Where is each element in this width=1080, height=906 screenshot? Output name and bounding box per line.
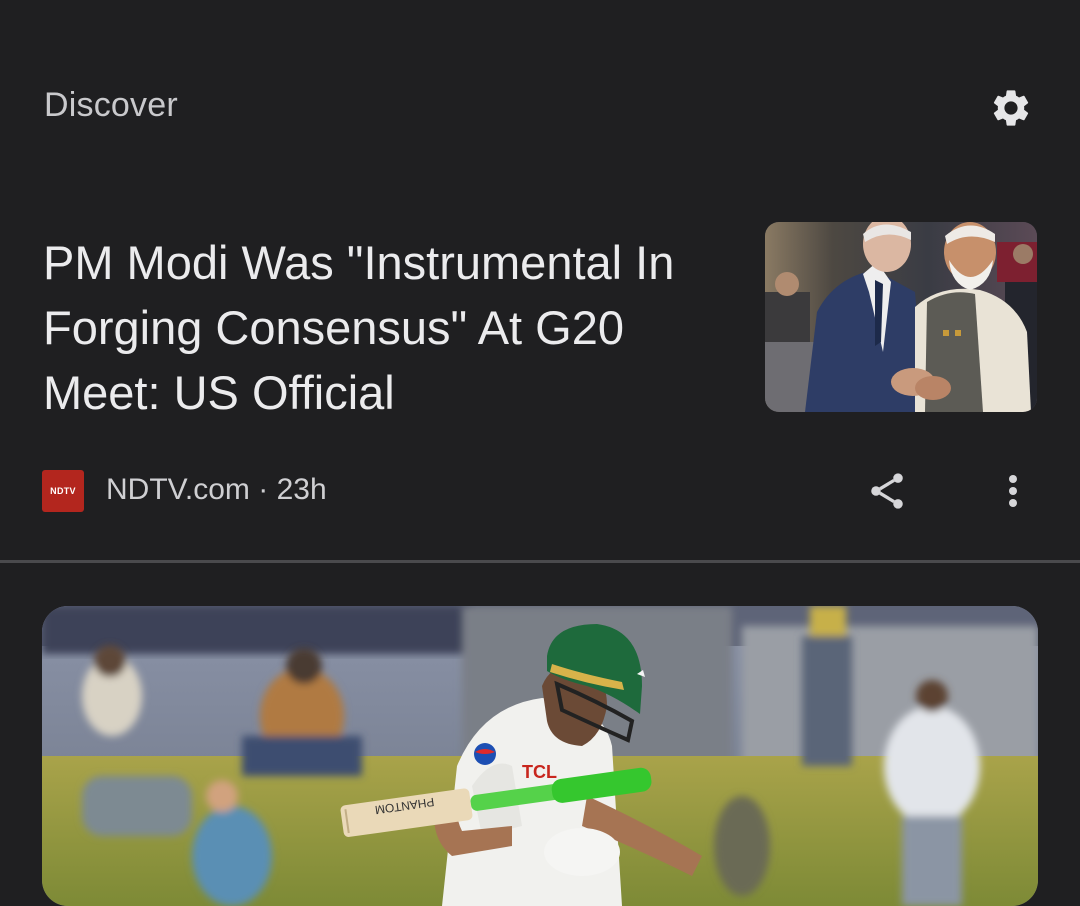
- source-and-time: NDTV.com · 23h: [106, 473, 327, 507]
- page-title: Discover: [44, 86, 178, 124]
- more-options-button[interactable]: [992, 465, 1034, 517]
- discover-header: Discover: [0, 0, 1080, 200]
- feed-divider: [0, 560, 1080, 563]
- news-card-image[interactable]: PHANTOM TCL: [42, 606, 1038, 906]
- article-age: 23h: [276, 473, 327, 506]
- share-icon: [871, 473, 903, 509]
- news-card[interactable]: PM Modi Was "Instrumental In Forging Con…: [0, 200, 1080, 562]
- cricket-photo: PHANTOM TCL: [42, 606, 1038, 906]
- gear-icon: [993, 90, 1029, 126]
- settings-button[interactable]: [985, 82, 1037, 134]
- shirt-sponsor-text: TCL: [522, 762, 557, 782]
- article-headline[interactable]: PM Modi Was "Instrumental In Forging Con…: [43, 230, 723, 425]
- thumbnail-photo: [765, 222, 1037, 412]
- share-button[interactable]: [862, 465, 912, 517]
- source-name: NDTV.com: [106, 473, 250, 506]
- more-vertical-icon: [1009, 475, 1017, 507]
- article-thumbnail[interactable]: [765, 222, 1037, 412]
- meta-separator: ·: [258, 473, 269, 506]
- ndtv-logo: NDTV: [42, 470, 84, 512]
- article-meta: NDTV NDTV.com · 23h: [0, 462, 1080, 522]
